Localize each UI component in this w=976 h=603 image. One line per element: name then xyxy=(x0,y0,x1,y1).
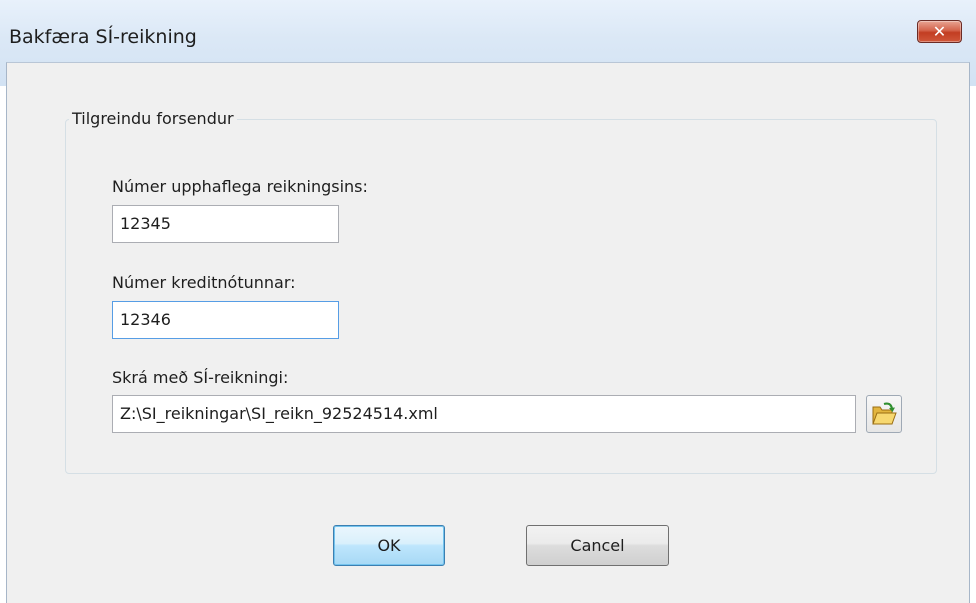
open-folder-icon xyxy=(872,402,897,425)
cancel-button[interactable]: Cancel xyxy=(526,525,669,566)
file-path-input[interactable]: Z:\SI_reikningar\SI_reikn_92524514.xml xyxy=(112,395,856,433)
group-title: Tilgreindu forsendur xyxy=(69,109,237,128)
original-invoice-label: Númer upphaflega reikningsins: xyxy=(112,177,368,196)
credit-note-label: Númer kreditnótunnar: xyxy=(112,273,296,292)
close-icon: ✕ xyxy=(932,22,947,41)
browse-button[interactable] xyxy=(866,395,902,433)
close-button[interactable]: ✕ xyxy=(917,20,962,43)
file-label: Skrá með SÍ-reikningi: xyxy=(112,368,289,387)
dialog-window: Bakfæra SÍ-reikning ✕ Tilgreindu forsend… xyxy=(0,0,976,603)
dialog-client-area: Tilgreindu forsendur Númer upphaflega re… xyxy=(6,62,970,603)
credit-note-input[interactable]: 12346 xyxy=(112,301,339,339)
ok-button[interactable]: OK xyxy=(333,525,445,566)
window-title: Bakfæra SÍ-reikning xyxy=(9,26,197,48)
original-invoice-input[interactable]: 12345 xyxy=(112,205,339,243)
